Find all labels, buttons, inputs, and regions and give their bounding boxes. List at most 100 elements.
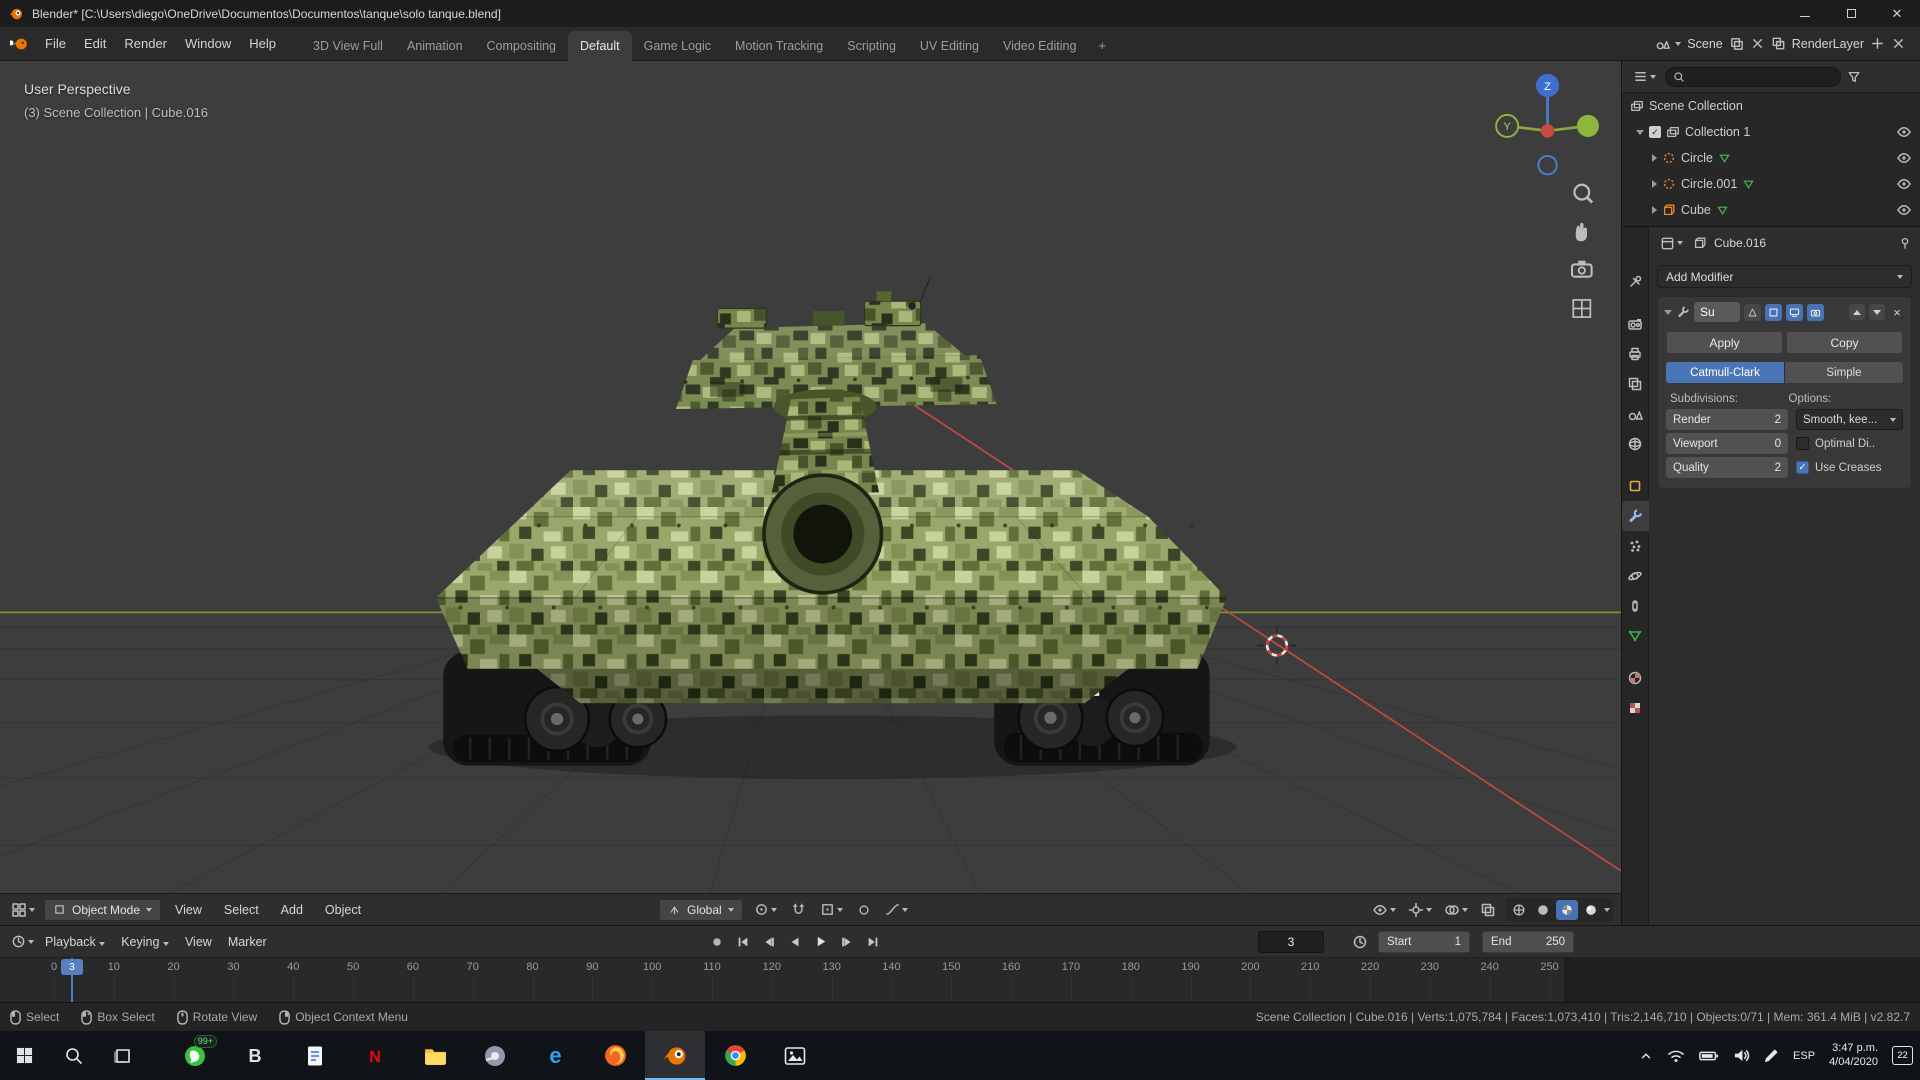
taskbar-generic-app[interactable] xyxy=(465,1031,525,1080)
render-subdivisions-field[interactable]: Render 2 xyxy=(1666,409,1788,430)
3d-scene[interactable]: Z Y xyxy=(0,61,1621,893)
properties-tab-object[interactable] xyxy=(1622,471,1649,501)
jump-to-end-button[interactable] xyxy=(862,932,884,952)
properties-tab-material[interactable] xyxy=(1622,663,1649,693)
collection-checkbox[interactable]: ✓ xyxy=(1649,126,1661,138)
tray-expand-button[interactable] xyxy=(1632,1031,1660,1080)
use-creases-checkbox[interactable]: ✓ xyxy=(1796,461,1809,474)
modifier-realtime-toggle[interactable] xyxy=(1786,303,1803,321)
preview-range-clock-icon[interactable] xyxy=(1352,934,1368,950)
network-icon[interactable] xyxy=(1660,1031,1692,1080)
viewport-subdivisions-field[interactable]: Viewport 0 xyxy=(1666,433,1788,454)
start-button[interactable] xyxy=(0,1031,49,1080)
start-frame-field[interactable]: Start 1 xyxy=(1378,930,1470,953)
optimal-display-checkbox[interactable] xyxy=(1796,437,1809,450)
taskbar-search-button[interactable] xyxy=(49,1031,98,1080)
simple-button[interactable]: Simple xyxy=(1785,362,1903,383)
record-button[interactable] xyxy=(706,932,728,952)
modifier-delete-button[interactable]: × xyxy=(1889,304,1905,320)
menu-window[interactable]: Window xyxy=(176,32,240,55)
workspace-tab-motion-tracking[interactable]: Motion Tracking xyxy=(723,31,835,61)
menu-file[interactable]: File xyxy=(36,32,75,55)
catmull-clark-button[interactable]: Catmull-Clark xyxy=(1666,362,1785,383)
task-view-button[interactable] xyxy=(98,1031,147,1080)
blender-menu-icon[interactable] xyxy=(10,35,30,53)
maximize-button[interactable] xyxy=(1828,0,1874,27)
object-expand-icon[interactable] xyxy=(1652,154,1657,162)
add-workspace-button[interactable]: + xyxy=(1088,30,1116,61)
modifier-cage-toggle[interactable] xyxy=(1744,303,1761,321)
eye-visibility-icon[interactable] xyxy=(1896,202,1912,218)
workspace-tab-animation[interactable]: Animation xyxy=(395,31,475,61)
next-keyframe-button[interactable] xyxy=(836,932,858,952)
timeline-menu-playback[interactable]: Playback xyxy=(37,931,113,953)
action-center-button[interactable]: 22 xyxy=(1885,1031,1920,1080)
timeline-menu-view[interactable]: View xyxy=(177,931,220,953)
modifier-render-toggle[interactable] xyxy=(1807,303,1824,321)
workspace-tab-video-editing[interactable]: Video Editing xyxy=(991,31,1088,61)
modifier-editmode-toggle[interactable] xyxy=(1765,303,1782,321)
modifier-name-field[interactable]: Su xyxy=(1694,302,1740,322)
shading-rendered-button[interactable] xyxy=(1580,900,1602,920)
taskbar-firefox-browser[interactable] xyxy=(585,1031,645,1080)
modifier-move-down-button[interactable] xyxy=(1869,304,1885,320)
language-indicator[interactable]: ESP xyxy=(1786,1031,1822,1080)
properties-tab-view-layer[interactable] xyxy=(1622,369,1649,399)
render-layer-name[interactable]: RenderLayer xyxy=(1792,37,1864,51)
minimize-button[interactable] xyxy=(1782,0,1828,27)
close-button[interactable]: ✕ xyxy=(1874,0,1920,27)
apply-button[interactable]: Apply xyxy=(1666,331,1783,354)
viewport-menu-select[interactable]: Select xyxy=(216,899,267,921)
eye-visibility-icon[interactable] xyxy=(1896,176,1912,192)
taskbar-blender-app[interactable] xyxy=(645,1031,705,1080)
timeline-editor-type-button[interactable] xyxy=(8,932,37,951)
modifier-move-up-button[interactable] xyxy=(1849,304,1865,320)
properties-tab-particles[interactable] xyxy=(1622,531,1649,561)
speaker-icon[interactable] xyxy=(1726,1031,1757,1080)
workspace-tab-scripting[interactable]: Scripting xyxy=(835,31,908,61)
timeline-menu-keying[interactable]: Keying xyxy=(113,931,177,953)
new-layer-icon[interactable] xyxy=(1870,36,1885,51)
play-button[interactable] xyxy=(810,932,832,952)
previous-keyframe-button[interactable] xyxy=(758,932,780,952)
properties-editor-type-button[interactable] xyxy=(1657,234,1686,253)
collection-expand-icon[interactable] xyxy=(1636,129,1644,135)
properties-tab-object-data[interactable] xyxy=(1622,621,1649,651)
editor-type-button[interactable] xyxy=(8,900,38,920)
outliner-row-circle-001[interactable]: Circle.001 xyxy=(1622,171,1920,197)
properties-tab-physics[interactable] xyxy=(1622,561,1649,591)
properties-tab-modifiers[interactable] xyxy=(1621,501,1649,531)
pen-icon[interactable] xyxy=(1757,1031,1786,1080)
workspace-tab-uv-editing[interactable]: UV Editing xyxy=(908,31,991,61)
taskbar-chrome-browser[interactable] xyxy=(705,1031,765,1080)
clock[interactable]: 3:47 p.m. 4/04/2020 xyxy=(1822,1031,1885,1080)
battery-icon[interactable] xyxy=(1692,1031,1726,1080)
mode-dropdown[interactable]: Object Mode xyxy=(44,898,162,921)
taskbar-file-explorer[interactable] xyxy=(405,1031,465,1080)
properties-tab-scene[interactable] xyxy=(1622,399,1649,429)
menu-edit[interactable]: Edit xyxy=(75,32,115,55)
properties-tab-output[interactable] xyxy=(1622,339,1649,369)
properties-tab-texture[interactable] xyxy=(1622,693,1649,723)
properties-tab-tool[interactable] xyxy=(1622,267,1649,297)
copy-button[interactable]: Copy xyxy=(1786,331,1903,354)
timeline-ruler[interactable]: 0 10 20 30 40 50 60 70 80 90 100 110 120 130 140 150 160… xyxy=(0,958,1920,1002)
title-bar[interactable]: Blender* [C:\Users\diego\OneDrive\Docume… xyxy=(0,0,1920,27)
gizmo-y-positive[interactable] xyxy=(1576,114,1599,137)
properties-tab-world[interactable] xyxy=(1622,429,1649,459)
object-expand-icon[interactable] xyxy=(1652,206,1657,214)
object-visibility-dropdown[interactable] xyxy=(1369,900,1399,920)
workspace-tab-compositing[interactable]: Compositing xyxy=(475,31,568,61)
snap-settings-dropdown[interactable] xyxy=(817,900,846,919)
snap-magnet-icon[interactable] xyxy=(788,900,809,919)
shading-options-dropdown[interactable] xyxy=(1604,907,1610,912)
taskbar-chat-app[interactable]: 99+ xyxy=(165,1031,225,1080)
properties-tab-constraints[interactable] xyxy=(1622,591,1649,621)
play-reverse-button[interactable] xyxy=(784,932,806,952)
timeline-menu-marker[interactable]: Marker xyxy=(220,931,275,953)
modifier-expand-icon[interactable] xyxy=(1664,309,1672,315)
pivot-point-dropdown[interactable] xyxy=(751,900,780,919)
pin-icon[interactable] xyxy=(1898,236,1912,250)
jump-to-start-button[interactable] xyxy=(732,932,754,952)
show-gizmo-dropdown[interactable] xyxy=(1405,900,1435,920)
